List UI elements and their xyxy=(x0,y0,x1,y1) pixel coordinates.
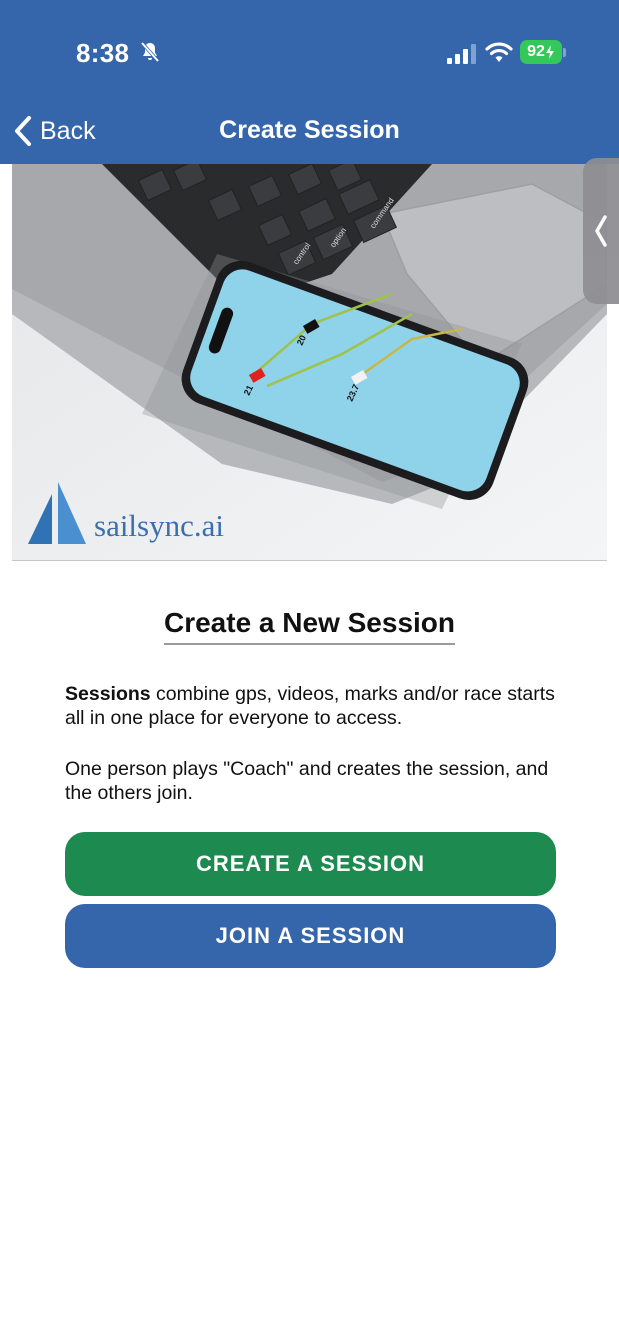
wifi-icon xyxy=(485,42,513,62)
charging-bolt-icon xyxy=(545,45,554,59)
chevron-left-icon xyxy=(595,215,607,247)
battery-cap xyxy=(563,48,566,57)
signal-icon xyxy=(447,44,476,64)
section-heading-text: Create a New Session xyxy=(163,607,456,645)
section-heading: Create a New Session xyxy=(0,607,619,645)
sessions-bold-word: Sessions xyxy=(65,683,151,705)
create-session-button[interactable]: CREATE A SESSION xyxy=(65,832,556,896)
side-drawer-tab[interactable] xyxy=(583,158,619,304)
back-label: Back xyxy=(40,116,96,145)
hero-image: control option command 20 21 23.7 sailsy… xyxy=(12,164,607,560)
create-session-label: CREATE A SESSION xyxy=(195,851,426,876)
battery-level: 92 xyxy=(527,43,545,60)
hero-illustration: control option command 20 21 23.7 sailsy… xyxy=(12,164,607,560)
join-session-button[interactable]: JOIN A SESSION xyxy=(65,904,556,968)
header-bar: 8:38 92 Back Create Session xyxy=(0,0,619,164)
description-paragraph-1: Sessions combine gps, videos, marks and/… xyxy=(65,682,565,730)
brand-name: sailsync.ai xyxy=(94,508,224,543)
back-button[interactable]: Back xyxy=(12,113,96,149)
battery-icon: 92 xyxy=(520,40,562,64)
description-paragraph-2: One person plays "Coach" and creates the… xyxy=(65,758,549,804)
join-session-label: JOIN A SESSION xyxy=(215,923,406,948)
bell-off-icon xyxy=(140,41,160,63)
chevron-left-icon xyxy=(15,116,31,146)
hero-divider xyxy=(12,560,607,561)
status-time: 8:38 xyxy=(76,38,130,68)
